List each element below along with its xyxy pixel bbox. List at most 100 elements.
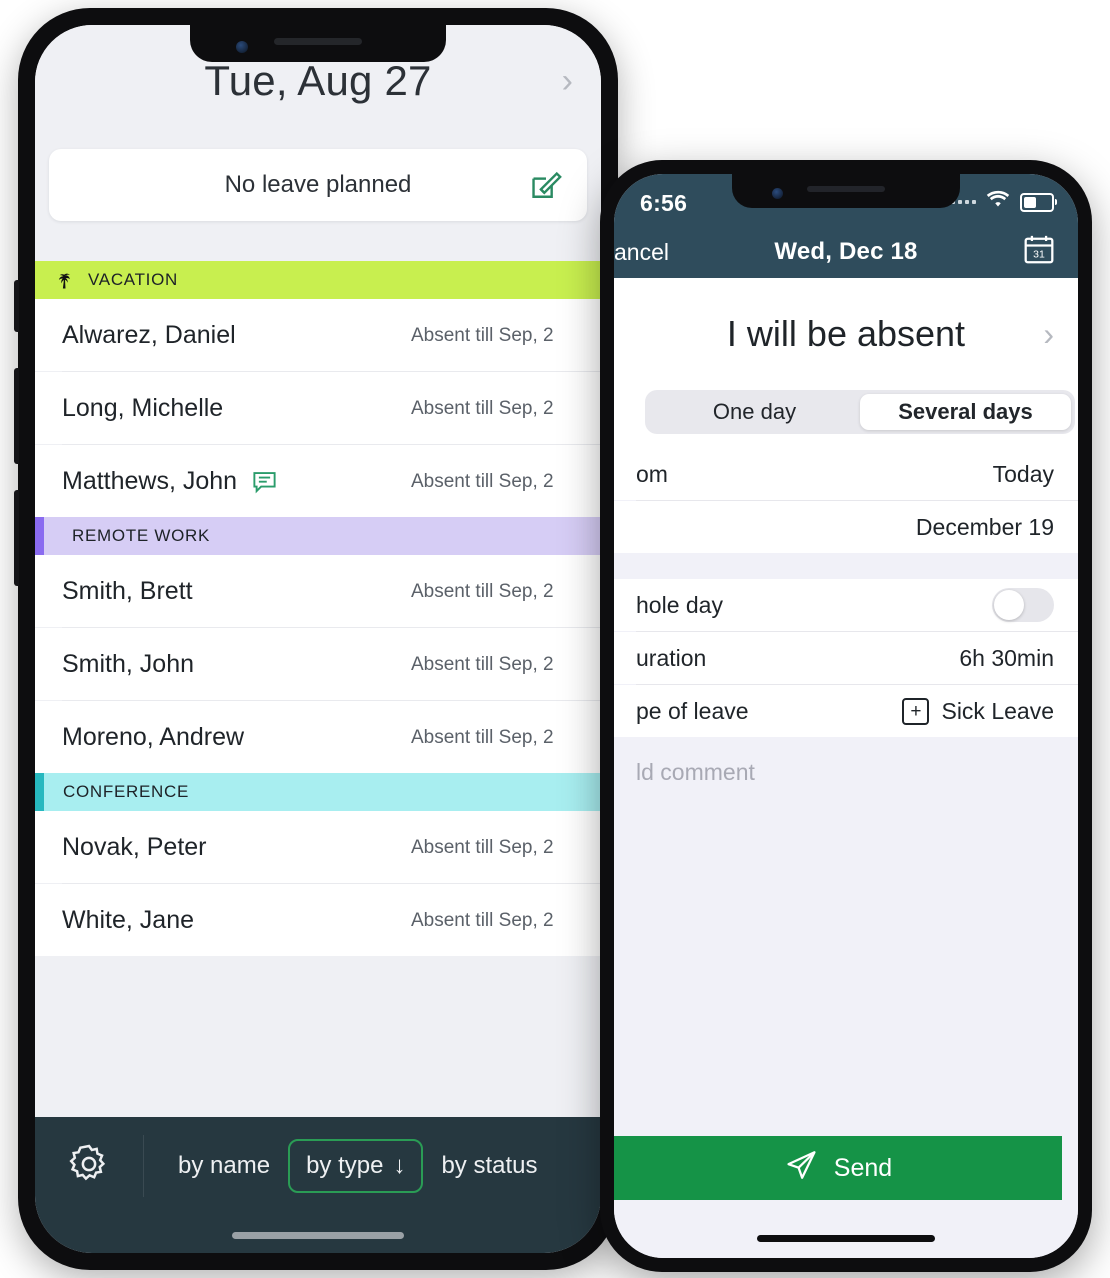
field-row-duration[interactable]: uration 6h 30min (614, 632, 1078, 684)
table-row[interactable]: Smith, Brett Absent till Sep, 2 (35, 555, 601, 627)
wifi-icon (985, 190, 1011, 214)
tab-by-type[interactable]: by type ↓ (288, 1139, 424, 1193)
person-status: Absent till Sep, 2 (411, 580, 554, 602)
field-label: uration (636, 644, 707, 671)
bottom-toolbar: by name by type ↓ by status (35, 1117, 601, 1253)
plus-box-icon: + (902, 697, 930, 725)
field-value: 6h 30min (959, 644, 1054, 671)
home-indicator[interactable] (757, 1235, 935, 1242)
table-row[interactable]: Alwarez, Daniel Absent till Sep, 2 (35, 299, 601, 371)
edit-pencil-icon[interactable] (529, 168, 563, 202)
person-name: Novak, Peter (62, 832, 207, 861)
person-status-wrap: Absent till Sep, 2 (411, 326, 601, 345)
field-row-whole-day[interactable]: hole day (614, 579, 1078, 631)
tab-by-status[interactable]: by status (423, 1135, 555, 1197)
comment-bubble-icon[interactable] (251, 468, 278, 495)
segment-several-days[interactable]: Several days (860, 394, 1071, 430)
person-name: Alwarez, Daniel (62, 320, 236, 349)
field-label: om (636, 460, 668, 487)
person-status-wrap: Absent till Sep, 2 (411, 655, 601, 674)
paper-plane-icon (784, 1148, 818, 1189)
phone-left-device: Tue, Aug 27 › No leave planned VACATION … (14, 8, 618, 1270)
section-header-remote-work[interactable]: REMOTE WORK (35, 517, 601, 555)
tab-by-name[interactable]: by name (160, 1135, 288, 1197)
person-name: Moreno, Andrew (62, 722, 245, 751)
whole-day-toggle[interactable] (992, 588, 1054, 622)
field-label: pe of leave (636, 697, 749, 724)
chevron-right-icon[interactable]: › (562, 64, 573, 98)
field-row-type-of-leave[interactable]: pe of leave + Sick Leave (614, 685, 1078, 737)
person-name: Long, Michelle (62, 393, 224, 422)
nav-title: Wed, Dec 18 (774, 238, 918, 265)
section-header-vacation[interactable]: VACATION (35, 261, 601, 299)
front-camera-icon (236, 41, 248, 53)
person-name: Smith, John (62, 649, 195, 678)
table-row[interactable]: Matthews, John Absent till Sep, 2 (35, 445, 601, 517)
phone-left-screen: Tue, Aug 27 › No leave planned VACATION … (35, 25, 601, 1253)
segmented-control: One day Several days (645, 390, 1075, 434)
no-leave-card[interactable]: No leave planned (49, 149, 587, 221)
gear-icon (66, 1141, 112, 1192)
send-button[interactable]: Send (614, 1136, 1062, 1200)
table-row[interactable]: Moreno, Andrew Absent till Sep, 2 (35, 701, 601, 773)
table-row[interactable]: Smith, John Absent till Sep, 2 (35, 628, 601, 700)
section-label: VACATION (88, 270, 178, 289)
settings-button[interactable] (35, 1135, 144, 1197)
field-value-wrap: + Sick Leave (902, 697, 1054, 725)
chevron-right-icon[interactable]: › (1043, 318, 1054, 350)
earpiece-speaker (274, 38, 362, 45)
battery-icon (1020, 192, 1057, 212)
table-row[interactable]: White, Jane Absent till Sep, 2 (35, 884, 601, 956)
person-status: Absent till Sep, 2 (411, 653, 554, 675)
palm-tree-icon (44, 268, 79, 292)
send-bar: Send (614, 1118, 1078, 1258)
person-status: Absent till Sep, 2 (411, 909, 554, 931)
person-status-wrap: Absent till Sep, 2 (411, 399, 601, 418)
phone-right-screen: 6:56 ancel Wed, Dec 18 31 I will be abse… (614, 174, 1078, 1258)
person-status-wrap: Absent till Sep, 2 (411, 728, 601, 747)
comment-placeholder: ld comment (636, 759, 755, 785)
field-row-to[interactable]: December 19 (614, 501, 1078, 553)
home-indicator[interactable] (232, 1232, 404, 1239)
person-status: Absent till Sep, 2 (411, 397, 554, 419)
cancel-button[interactable]: ancel (614, 239, 669, 266)
tab-by-type-label: by type (306, 1152, 384, 1179)
comment-area[interactable]: ld comment (614, 737, 1078, 1099)
field-group-gap (614, 553, 1078, 579)
table-row[interactable]: Novak, Peter Absent till Sep, 2 (35, 811, 601, 883)
section-label: REMOTE WORK (72, 526, 211, 545)
sort-tabs: by name by type ↓ by status (144, 1135, 556, 1197)
person-status-wrap: Absent till Sep, 2 (411, 582, 601, 601)
person-status: Absent till Sep, 2 (411, 726, 554, 748)
phone-left-silent-switch[interactable] (14, 280, 19, 332)
list-bottom-spacer (35, 956, 601, 1032)
person-status: Absent till Sep, 2 (411, 470, 554, 492)
segment-one-day[interactable]: One day (649, 394, 860, 430)
person-name: Matthews, John (62, 466, 238, 495)
table-row[interactable]: Long, Michelle Absent till Sep, 2 (35, 372, 601, 444)
field-value: December 19 (915, 513, 1054, 540)
svg-text:31: 31 (1033, 250, 1045, 261)
phone-left-volume-down-button[interactable] (14, 490, 19, 586)
navigation-bar: ancel Wed, Dec 18 31 (614, 226, 1078, 278)
person-name: White, Jane (62, 905, 195, 934)
no-leave-label: No leave planned (224, 171, 412, 198)
send-button-label: Send (833, 1153, 893, 1182)
sort-descending-arrow-icon: ↓ (393, 1152, 406, 1179)
screenshot-stage: Tue, Aug 27 › No leave planned VACATION … (0, 0, 1110, 1278)
phone-left-volume-up-button[interactable] (14, 368, 19, 464)
form-title-bar: I will be absent › (614, 278, 1078, 390)
section-header-conference[interactable]: CONFERENCE (35, 773, 601, 811)
field-value: Today (992, 460, 1054, 487)
phone-right-device: 6:56 ancel Wed, Dec 18 31 I will be abse… (600, 160, 1092, 1272)
segmented-control-wrap: One day Several days (614, 390, 1078, 448)
person-name: Smith, Brett (62, 576, 193, 605)
section-label: CONFERENCE (63, 782, 190, 801)
field-label: hole day (636, 591, 723, 618)
field-row-from[interactable]: om Today (614, 448, 1078, 500)
calendar-31-icon[interactable]: 31 (1022, 233, 1056, 272)
form-title: I will be absent (726, 313, 966, 354)
section-accent-bar (35, 261, 44, 299)
front-camera-icon (772, 188, 783, 199)
status-indicators (951, 190, 1057, 214)
